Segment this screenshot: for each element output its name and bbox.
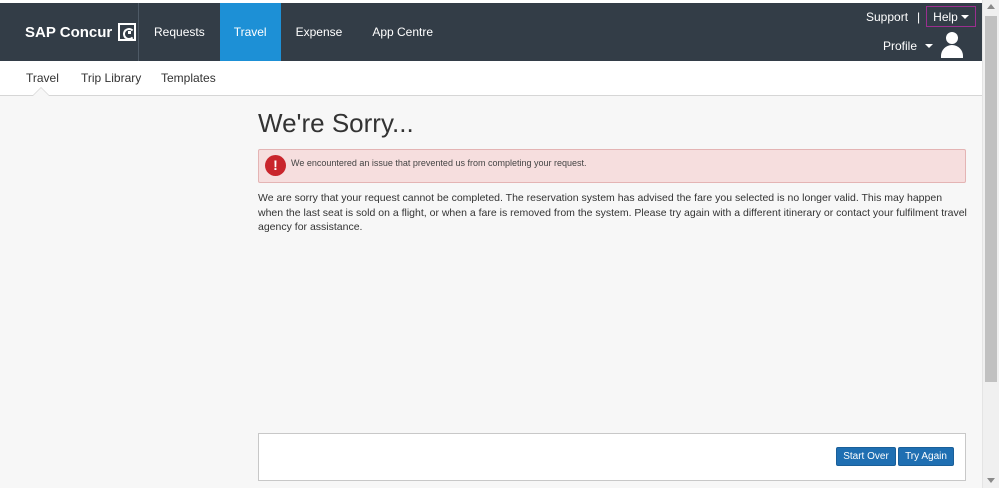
logo-text: SAP Concur <box>25 23 113 41</box>
nav-expense[interactable]: Expense <box>281 3 358 61</box>
scroll-thumb[interactable] <box>985 16 997 382</box>
avatar-head <box>946 32 958 44</box>
page-title: We're Sorry... <box>258 108 414 138</box>
subnav-templates[interactable]: Templates <box>161 71 216 85</box>
concur-logo-icon <box>118 23 137 41</box>
start-over-button[interactable]: Start Over <box>836 447 896 466</box>
error-alert: ! We encountered an issue that prevented… <box>258 149 966 183</box>
nav-app-centre[interactable]: App Centre <box>357 3 448 61</box>
profile-label: Profile <box>883 39 918 53</box>
action-bar: Start Over Try Again <box>258 433 966 481</box>
vertical-scrollbar[interactable] <box>982 0 999 488</box>
active-tab-pointer-icon <box>32 87 50 96</box>
help-menu[interactable]: Help <box>926 6 976 27</box>
scroll-up-arrow-icon[interactable] <box>987 4 995 9</box>
help-label: Help <box>933 9 958 24</box>
subnav-travel[interactable]: Travel <box>26 71 59 85</box>
caret-down-icon <box>925 44 934 48</box>
top-header: SAP Concur Requests Travel Expense App C… <box>0 0 982 61</box>
user-avatar-icon[interactable] <box>940 32 964 58</box>
sap-concur-logo[interactable]: SAP Concur <box>25 23 137 41</box>
sub-nav: Travel Trip Library Templates <box>0 61 982 96</box>
nav-travel[interactable]: Travel <box>219 3 281 61</box>
profile-menu[interactable]: Profile <box>883 39 934 53</box>
caret-down-icon <box>960 14 969 19</box>
link-separator: | <box>917 10 921 24</box>
error-exclamation-icon: ! <box>265 155 286 176</box>
try-again-button[interactable]: Try Again <box>898 447 954 466</box>
avatar-body <box>941 45 963 58</box>
subnav-trip-library[interactable]: Trip Library <box>81 71 141 85</box>
nav-requests[interactable]: Requests <box>139 3 220 61</box>
error-message: We are sorry that your request cannot be… <box>258 192 967 233</box>
scroll-down-arrow-icon[interactable] <box>987 478 995 483</box>
support-link[interactable]: Support <box>866 10 908 24</box>
alert-text: We encountered an issue that prevented u… <box>291 158 587 168</box>
main-nav: Requests Travel Expense App Centre <box>139 3 448 61</box>
